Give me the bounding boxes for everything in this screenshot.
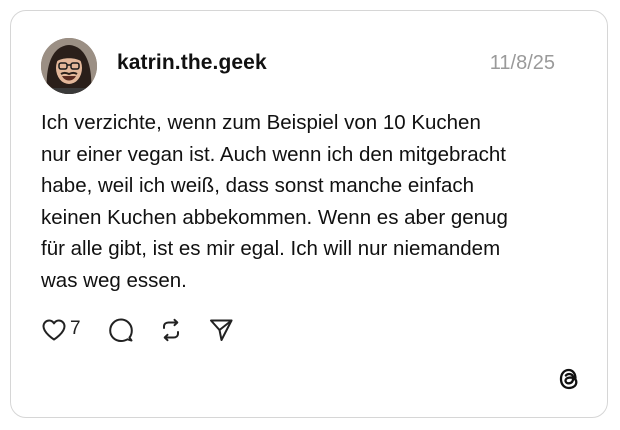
avatar[interactable] (41, 38, 97, 94)
heart-icon (42, 319, 66, 341)
like-button[interactable]: 7 (41, 316, 81, 344)
post-body: Ich verzichte, wenn zum Beispiel von 10 … (41, 107, 581, 296)
post-card: katrin.the.geek 11/8/25 Ich verzichte, w… (10, 10, 608, 418)
post-body-line: habe, weil ich weiß, dass sonst manche e… (41, 174, 475, 197)
username[interactable]: katrin.the.geek (117, 51, 267, 75)
share-icon (210, 319, 233, 341)
post-body-line: was weg essen. (41, 268, 187, 292)
share-button[interactable] (208, 316, 234, 344)
repost-button[interactable] (158, 316, 184, 344)
post-body-line: nur einer vegan ist. Auch wenn ich den m… (41, 142, 506, 166)
post-body-line: Ich verzichte, wenn zum Beispiel von 10 … (41, 111, 481, 134)
comment-icon (109, 318, 133, 342)
post-body-line: für alle gibt, ist es mir egal. Ich will… (41, 237, 501, 260)
threads-logo-icon[interactable] (556, 366, 582, 392)
comment-button[interactable] (108, 316, 134, 344)
repost-icon (163, 318, 179, 342)
post-body-line: keinen Kuchen abbekommen. Wenn es aber g… (41, 205, 508, 229)
avatar-image (41, 38, 97, 94)
post-timestamp: 11/8/25 (489, 52, 555, 74)
like-count: 7 (70, 318, 81, 339)
